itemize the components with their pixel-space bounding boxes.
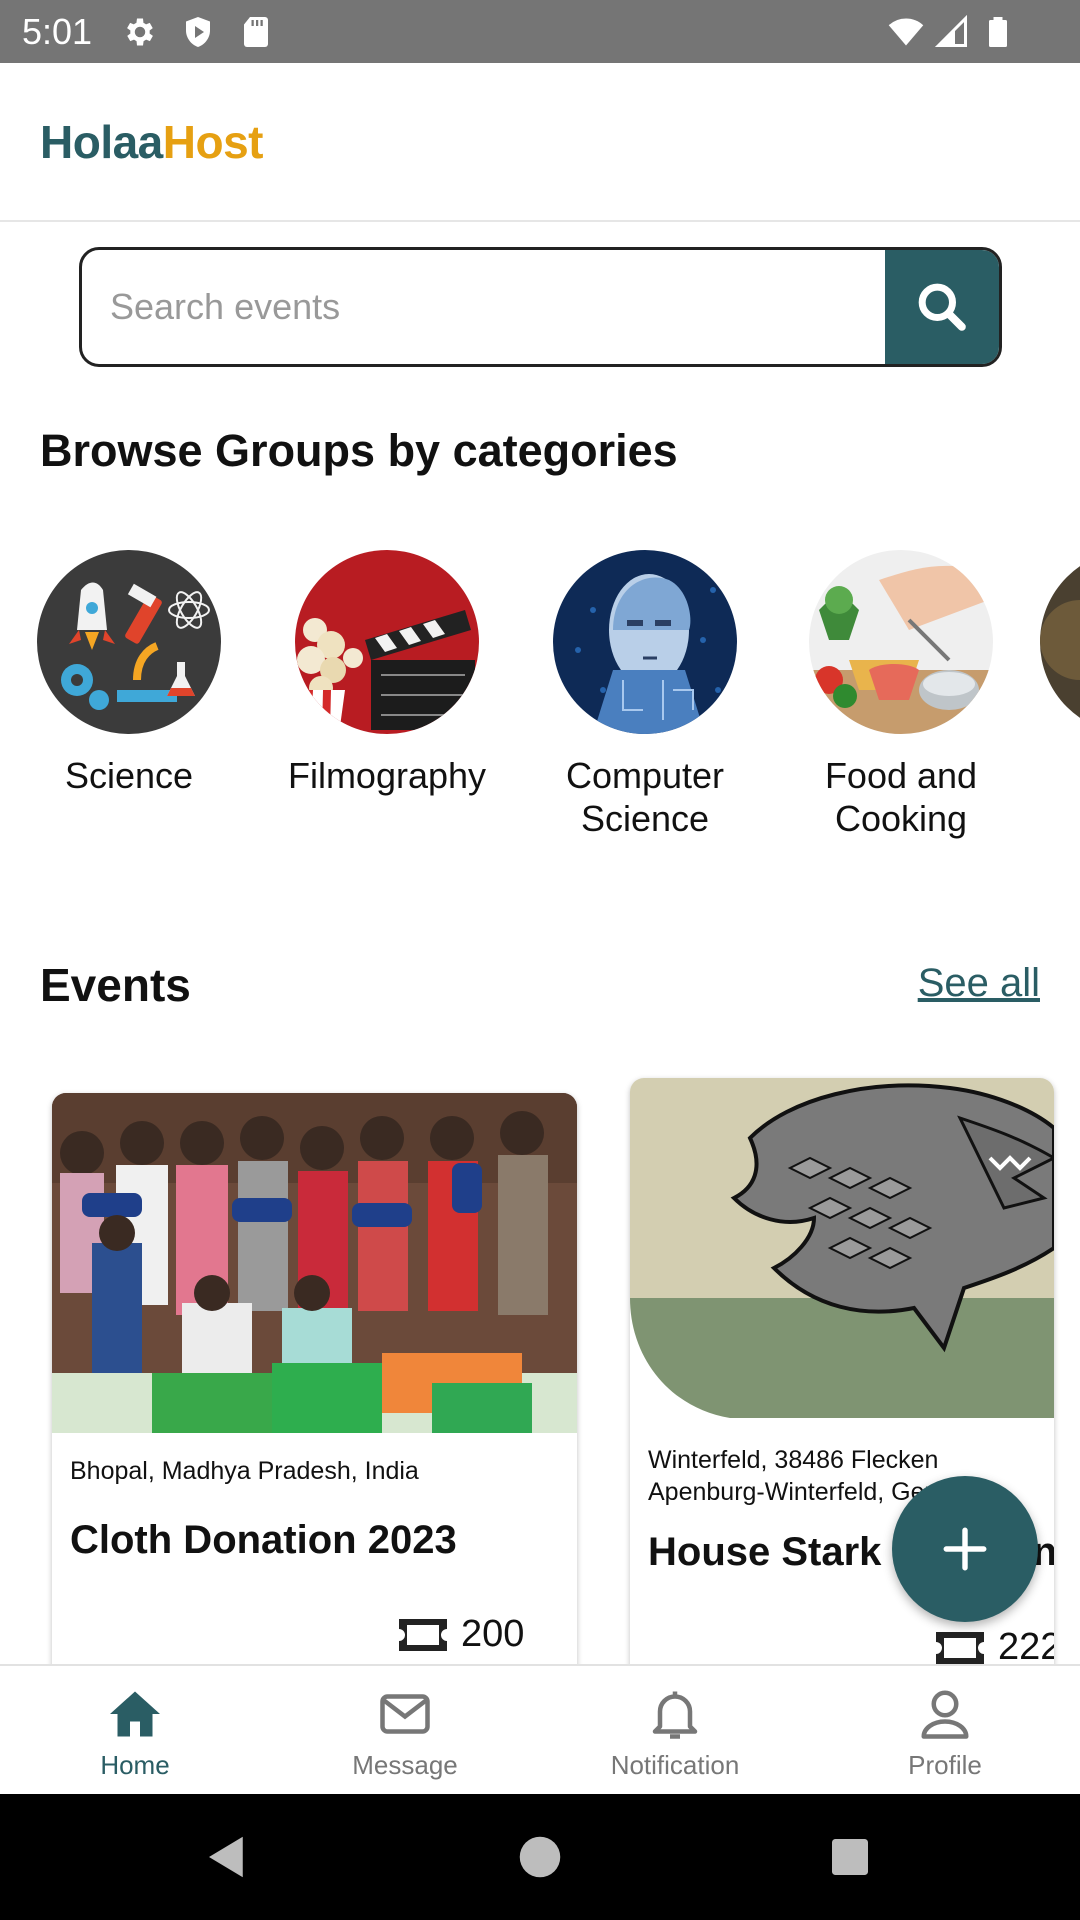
category-image bbox=[553, 550, 737, 734]
recents-icon[interactable] bbox=[823, 1830, 877, 1884]
category-science[interactable]: Science bbox=[9, 550, 249, 797]
ticket-icon bbox=[936, 1631, 984, 1664]
category-label: Science bbox=[64, 755, 194, 796]
status-time: 5:01 bbox=[22, 11, 93, 52]
sd-card-icon bbox=[238, 14, 274, 50]
bottom-navigation: Home Message Notification Profile bbox=[0, 1664, 1080, 1794]
nav-notification[interactable]: Notification bbox=[540, 1666, 810, 1796]
event-image bbox=[630, 1078, 1054, 1418]
ticket-count: 200 bbox=[461, 1613, 525, 1655]
see-all-link[interactable]: See all bbox=[918, 961, 1040, 1006]
ticket-count: 222 bbox=[998, 1626, 1054, 1668]
nav-profile[interactable]: Profile bbox=[810, 1666, 1080, 1796]
category-image bbox=[295, 550, 479, 734]
settings-icon bbox=[122, 14, 158, 50]
event-tickets: 222 bbox=[932, 1626, 1054, 1669]
system-navigation-bar bbox=[0, 1794, 1080, 1920]
category-computer-science[interactable]: Computer Science bbox=[525, 550, 765, 840]
search-icon bbox=[918, 283, 966, 331]
event-title: Cloth Donation 2023 bbox=[70, 1518, 457, 1562]
category-image bbox=[809, 550, 993, 734]
category-label: Filmography bbox=[287, 755, 487, 796]
mail-icon bbox=[375, 1684, 435, 1744]
search-bar bbox=[79, 247, 1002, 367]
search-input[interactable] bbox=[82, 250, 890, 364]
nav-label: Home bbox=[100, 1750, 170, 1780]
home-button-icon[interactable] bbox=[513, 1830, 567, 1884]
event-card[interactable]: Bhopal, Madhya Pradesh, India Cloth Dona… bbox=[52, 1093, 577, 1693]
app-logo: HolaaHost bbox=[40, 116, 264, 168]
nav-label: Notification bbox=[610, 1750, 740, 1780]
categories-list[interactable]: Science Filmography Computer Science Foo… bbox=[0, 550, 1080, 850]
plus-icon bbox=[943, 1527, 987, 1571]
user-icon bbox=[915, 1684, 975, 1744]
bell-icon bbox=[645, 1684, 705, 1744]
add-event-button[interactable] bbox=[892, 1476, 1038, 1622]
categories-title: Browse Groups by categories bbox=[40, 425, 678, 476]
back-icon[interactable] bbox=[200, 1830, 254, 1884]
category-image bbox=[1040, 550, 1080, 734]
nav-label: Profile bbox=[908, 1750, 982, 1780]
nav-label: Message bbox=[352, 1750, 458, 1780]
wifi-icon bbox=[888, 14, 928, 50]
signal-icon bbox=[934, 14, 970, 50]
category-label: Computer Science bbox=[565, 755, 725, 839]
battery-icon bbox=[980, 14, 1016, 50]
status-bar: 5:01 bbox=[0, 0, 1080, 63]
category-partial[interactable] bbox=[1040, 550, 1080, 734]
events-title: Events bbox=[40, 959, 191, 1011]
nav-home[interactable]: Home bbox=[0, 1666, 270, 1796]
home-screen: 5:01 HolaaHost Search events Browse Grou… bbox=[0, 0, 1080, 1920]
app-bar: HolaaHost bbox=[0, 63, 1080, 222]
nav-message[interactable]: Message bbox=[270, 1666, 540, 1796]
search-button[interactable] bbox=[885, 250, 999, 364]
event-image bbox=[52, 1093, 577, 1433]
category-filmography[interactable]: Filmography bbox=[267, 550, 507, 797]
ticket-icon bbox=[399, 1618, 447, 1651]
category-food-and-cooking[interactable]: Food and Cooking bbox=[781, 550, 1021, 840]
event-tickets: 200 bbox=[395, 1613, 524, 1656]
category-label: Food and Cooking bbox=[824, 755, 978, 839]
home-icon bbox=[105, 1684, 165, 1744]
shield-icon bbox=[180, 14, 216, 50]
event-location: Bhopal, Madhya Pradesh, India bbox=[70, 1457, 419, 1485]
category-image bbox=[37, 550, 221, 734]
